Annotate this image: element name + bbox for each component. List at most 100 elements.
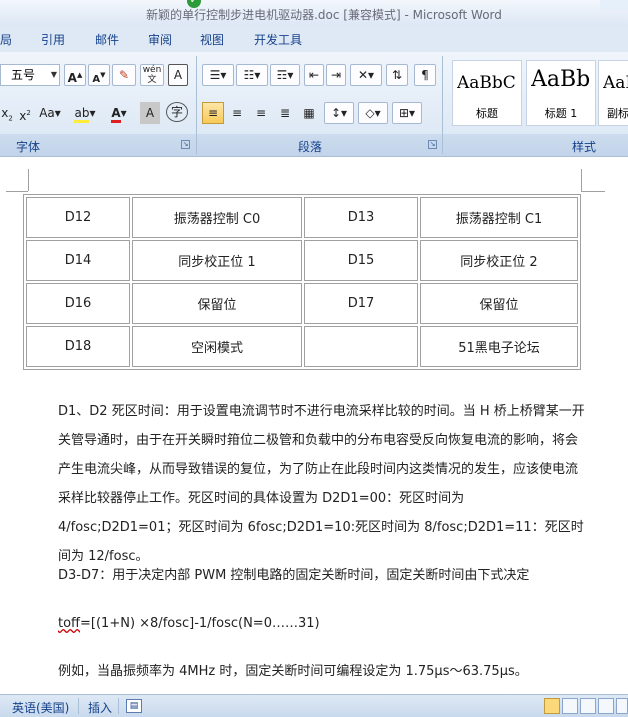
table-cell: D15 (304, 240, 418, 281)
full-screen-reading-icon[interactable] (562, 698, 578, 714)
style-name: 副标 (607, 107, 628, 120)
paragraph-text: D3-D7：用于决定内部 PWM 控制电路的固定关断时间，固定关断时间由下式决定 (58, 568, 530, 583)
font-color-icon[interactable]: A▾ (104, 102, 134, 124)
shading-icon[interactable]: ◇▾ (358, 102, 388, 124)
group-separator (196, 56, 197, 154)
style-name: 标题 (476, 107, 498, 120)
paragraph-group-label: 段落 (298, 140, 323, 154)
tab-references[interactable]: 引用 (41, 31, 65, 48)
paragraph-example: 例如，当晶振频率为 4MHz 时，固定关断时间可编程设定为 1.75μs～63.… (28, 657, 588, 686)
paragraph-deadtime: D1、D2 死区时间：用于设置电流调节时不进行电流采样比较的时间。当 H 桥上桥… (28, 397, 588, 571)
enclose-char-icon[interactable]: 字 (166, 102, 188, 122)
status-separator (118, 698, 119, 714)
styles-group-label: 样式 (572, 140, 597, 154)
table-cell: 同步校正位 2 (420, 240, 578, 281)
shrink-font-button[interactable]: A▼ (88, 64, 110, 86)
multilevel-list-icon[interactable]: ☶▾ (270, 64, 300, 86)
style-preview: AaBb (531, 67, 591, 92)
borders-icon[interactable]: ⊞▾ (392, 102, 422, 124)
table-cell: 保留位 (132, 283, 302, 324)
align-center-button[interactable]: ≡ (226, 102, 248, 124)
window-control[interactable] (600, 0, 628, 10)
bullets-icon[interactable]: ☰▾ (202, 64, 234, 86)
table-cell (304, 326, 418, 367)
register-table: D12 振荡器控制 C0 D13 振荡器控制 C1 D14 同步校正位 1 D1… (23, 194, 581, 370)
tab-developer[interactable]: 开发工具 (254, 31, 302, 48)
ribbon: 五号 ▼ A▲ A▼ ✎ wén 文 A x2 x2 Aa▾ ab▾ A▾ A 字… (0, 52, 628, 157)
tab-view[interactable]: 视图 (200, 31, 224, 48)
font-size-select[interactable]: 五号 ▼ (0, 64, 60, 86)
sort-icon[interactable]: ⇅ (386, 64, 408, 86)
watermark-text: 51黑电子论坛 (420, 326, 578, 367)
table-cell: D17 (304, 283, 418, 324)
numbering-icon[interactable]: ☷▾ (236, 64, 268, 86)
table-cell: 空闲模式 (132, 326, 302, 367)
formula-prefix: toff (58, 616, 81, 631)
tab-page-layout[interactable]: 局 (0, 31, 12, 48)
grow-font-button[interactable]: A▲ (64, 64, 86, 86)
phonetic-guide-icon[interactable]: wén 文 (140, 64, 164, 86)
status-separator (78, 698, 79, 714)
subscript-icon[interactable]: x2 (0, 102, 14, 124)
document-area[interactable]: D12 振荡器控制 C0 D13 振荡器控制 C1 D14 同步校正位 1 D1… (0, 157, 628, 694)
status-bar: 英语(美国) 插入 ▤ (0, 694, 628, 717)
language-indicator[interactable]: 英语(美国) (12, 699, 69, 716)
justify-button[interactable]: ≣ (274, 102, 296, 124)
tab-mailings[interactable]: 邮件 (95, 31, 119, 48)
window-title: 新颖的单行控制步进电机驱动器.doc [兼容模式] - Microsoft Wo… (146, 8, 502, 22)
table-cell: 同步校正位 1 (132, 240, 302, 281)
chinese-layout-icon[interactable]: ✕▾ (350, 64, 382, 86)
char-border-icon[interactable]: A (168, 64, 188, 86)
show-marks-icon[interactable]: ¶ (414, 64, 436, 86)
font-dialog-launcher-icon[interactable]: ↘ (181, 140, 190, 149)
clear-format-icon[interactable]: ✎ (112, 64, 136, 86)
draft-view-icon[interactable] (616, 698, 628, 714)
formula-text: toff=[(1+N) ×8/fosc]-1/fosc(N=0……31) (28, 609, 588, 638)
chevron-down-icon: ▼ (50, 70, 57, 79)
char-shading-icon[interactable]: A (140, 102, 160, 124)
ribbon-tabs: 局 引用 邮件 审阅 视图 开发工具 (0, 26, 628, 52)
tab-review[interactable]: 审阅 (148, 31, 172, 48)
table-row: D18 空闲模式 51黑电子论坛 (26, 326, 578, 367)
title-bar: ✓ 新颖的单行控制步进电机驱动器.doc [兼容模式] - Microsoft … (0, 0, 628, 26)
distribute-button[interactable]: ▦ (298, 102, 320, 124)
paragraph-text: D1、D2 死区时间：用于设置电流调节时不进行电流采样比较的时间。当 H 桥上桥… (58, 404, 585, 564)
crop-mark (581, 169, 582, 191)
web-layout-icon[interactable] (580, 698, 596, 714)
insert-mode-indicator[interactable]: 插入 (88, 699, 112, 716)
line-spacing-icon[interactable]: ↕▾ (324, 102, 354, 124)
table-cell: D16 (26, 283, 130, 324)
table-cell: D18 (26, 326, 130, 367)
table-cell: D12 (26, 197, 130, 238)
decrease-indent-icon[interactable]: ⇤ (304, 64, 324, 86)
macro-record-icon[interactable]: ▤ (126, 699, 142, 713)
style-subtitle[interactable]: AaI 副标 (598, 60, 628, 126)
crop-mark (28, 169, 29, 191)
align-left-button[interactable]: ≡ (202, 102, 224, 124)
table-cell: D14 (26, 240, 130, 281)
superscript-icon[interactable]: x2 (16, 102, 34, 124)
align-right-button[interactable]: ≡ (250, 102, 272, 124)
paragraph-offtime: D3-D7：用于决定内部 PWM 控制电路的固定关断时间，固定关断时间由下式决定 (28, 561, 588, 590)
formula-line: toff=[(1+N) ×8/fosc]-1/fosc(N=0……31) (28, 609, 588, 638)
change-case-icon[interactable]: Aa▾ (36, 102, 64, 124)
table-row: D12 振荡器控制 C0 D13 振荡器控制 C1 (26, 197, 578, 238)
crop-mark (581, 191, 605, 192)
highlight-color-icon[interactable]: ab▾ (70, 102, 100, 124)
style-heading-1[interactable]: AaBb 标题 1 (526, 60, 596, 126)
style-preview: AaI (603, 73, 628, 93)
paragraph-text: 例如，当晶振频率为 4MHz 时，固定关断时间可编程设定为 1.75μs～63.… (58, 664, 528, 679)
increase-indent-icon[interactable]: ⇥ (326, 64, 346, 86)
table-cell: 振荡器控制 C0 (132, 197, 302, 238)
table-row: D14 同步校正位 1 D15 同步校正位 2 (26, 240, 578, 281)
font-group-label: 字体 (16, 140, 41, 154)
outline-view-icon[interactable] (598, 698, 614, 714)
style-title[interactable]: AaBbC 标题 (452, 60, 522, 126)
crop-mark (6, 191, 28, 192)
print-layout-view-icon[interactable] (544, 698, 560, 714)
table-cell: D13 (304, 197, 418, 238)
font-size-value: 五号 (11, 68, 36, 82)
paragraph-dialog-launcher-icon[interactable]: ↘ (428, 140, 437, 149)
style-name: 标题 1 (544, 107, 578, 120)
group-separator (442, 56, 443, 154)
